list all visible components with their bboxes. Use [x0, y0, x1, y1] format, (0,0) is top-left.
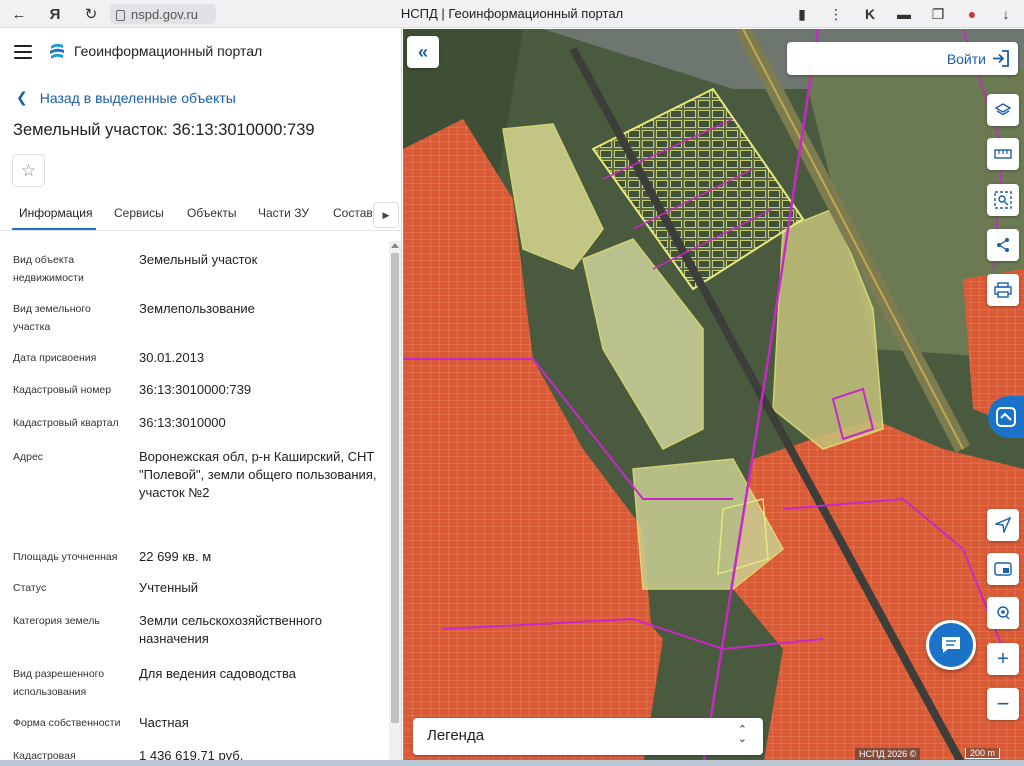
login-label: Войти — [946, 51, 986, 67]
portal-logo-icon — [50, 43, 64, 59]
property-label: Форма собственности — [13, 717, 121, 729]
property-label: Вид объекта недвижимости — [13, 254, 84, 284]
assistant-tab-icon[interactable] — [988, 396, 1024, 438]
expand-collapse-icon: ⌃ ⌄ — [737, 724, 747, 745]
extension-icon[interactable]: K — [858, 2, 882, 26]
tab-parts[interactable]: Части ЗУ — [258, 206, 309, 220]
geolocation-icon[interactable] — [987, 509, 1019, 541]
puzzle-icon[interactable]: ❐ — [926, 2, 950, 26]
property-value: 22 699 кв. м — [139, 549, 212, 564]
scroll-up-icon[interactable] — [391, 243, 399, 248]
panel-header: Геоинформационный портал — [0, 29, 402, 75]
share-icon[interactable] — [987, 229, 1019, 261]
property-value: 36:13:3010000:739 — [139, 382, 252, 397]
browser-toolbar: ← Я ↻ nspd.gov.ru НСПД | Геоинформационн… — [0, 0, 1024, 28]
os-taskbar — [0, 760, 1024, 766]
portal-title: Геоинформационный портал — [74, 43, 263, 59]
favorite-star-icon[interactable]: ☆ — [12, 154, 45, 187]
property-label: Кадастровый номер — [13, 384, 112, 396]
active-tab-indicator — [12, 228, 96, 230]
panel-scrollbar[interactable] — [389, 241, 401, 766]
legend-dropdown[interactable]: Легенда ⌃ ⌄ — [413, 718, 763, 755]
info-panel: Геоинформационный портал ❮ Назад в выдел… — [0, 29, 402, 766]
yandex-icon[interactable]: Я — [42, 1, 68, 27]
ruler-icon[interactable] — [987, 138, 1019, 170]
property-value: Земли сельскохозяйственного назначения — [139, 613, 322, 646]
reload-icon[interactable]: ↻ — [78, 1, 104, 27]
login-icon — [993, 50, 1009, 67]
tab-bar: Информация Сервисы Объекты Части ЗУ Сост… — [0, 199, 402, 231]
bookmark-icon[interactable]: ▮ — [790, 2, 814, 26]
location-search-icon[interactable] — [987, 597, 1019, 629]
chevron-left-icon: ❮ — [16, 89, 28, 105]
property-label: Адрес — [13, 451, 44, 463]
property-label: Вид разрешенного использования — [13, 668, 105, 698]
print-icon[interactable] — [987, 274, 1019, 306]
tab-composition[interactable]: Состав — [333, 206, 372, 220]
menu-icon[interactable] — [14, 45, 32, 59]
tab-objects[interactable]: Объекты — [187, 206, 237, 220]
property-label: Категория земель — [13, 615, 100, 627]
back-arrow-icon[interactable]: ← — [6, 1, 32, 27]
property-value: Для ведения садоводства — [139, 666, 296, 681]
object-title: Земельный участок: 36:13:3010000:739 — [13, 121, 315, 139]
area-search-icon[interactable] — [987, 184, 1019, 216]
address-bar[interactable]: nspd.gov.ru — [110, 4, 216, 24]
chat-icon[interactable] — [926, 620, 976, 670]
property-value: Учтенный — [139, 580, 199, 595]
back-link[interactable]: ❮ Назад в выделенные объекты — [16, 89, 236, 106]
property-label: Дата присвоения — [13, 352, 97, 364]
minimap-icon[interactable] — [987, 553, 1019, 585]
property-value: 30.01.2013 — [139, 350, 205, 365]
lock-icon — [116, 9, 125, 21]
legend-label: Легенда — [427, 727, 485, 744]
zoom-in-icon[interactable]: + — [987, 643, 1019, 675]
login-button[interactable]: Войти — [787, 42, 1018, 75]
property-label: Вид земельного участка — [13, 303, 91, 333]
map-copyright: НСПД 2026 © — [855, 748, 921, 760]
hat-icon[interactable]: ▬ — [892, 2, 916, 26]
download-icon[interactable]: ↓ — [994, 2, 1018, 26]
property-value: Земельный участок — [139, 252, 258, 267]
layers-icon[interactable] — [987, 94, 1019, 126]
more-icon[interactable]: ⋮ — [824, 2, 848, 26]
profile-icon[interactable]: ● — [960, 2, 984, 26]
map-scale: 200 m — [965, 748, 1001, 759]
property-label: Площадь уточненная — [13, 551, 118, 563]
back-link-label: Назад в выделенные объекты — [39, 89, 236, 106]
url-text: nspd.gov.ru — [131, 6, 198, 22]
zoom-out-icon[interactable]: − — [987, 688, 1019, 720]
tab-services[interactable]: Сервисы — [114, 206, 164, 220]
property-value: Землепользование — [139, 301, 255, 316]
properties-list: Вид объекта недвижимости Земельный участ… — [0, 241, 388, 766]
collapse-panel-icon[interactable]: « — [407, 36, 439, 68]
tabs-next-icon[interactable]: ▶ — [373, 202, 399, 228]
property-value: Воронежская обл, р-н Каширский, СНТ "Пол… — [139, 449, 377, 500]
tab-info[interactable]: Информация — [19, 206, 92, 220]
property-value: 36:13:3010000 — [139, 415, 226, 430]
scroll-thumb[interactable] — [391, 253, 399, 723]
property-label: Кадастровый квартал — [13, 417, 119, 429]
property-label: Статус — [13, 582, 47, 594]
property-value: Частная — [139, 715, 189, 730]
